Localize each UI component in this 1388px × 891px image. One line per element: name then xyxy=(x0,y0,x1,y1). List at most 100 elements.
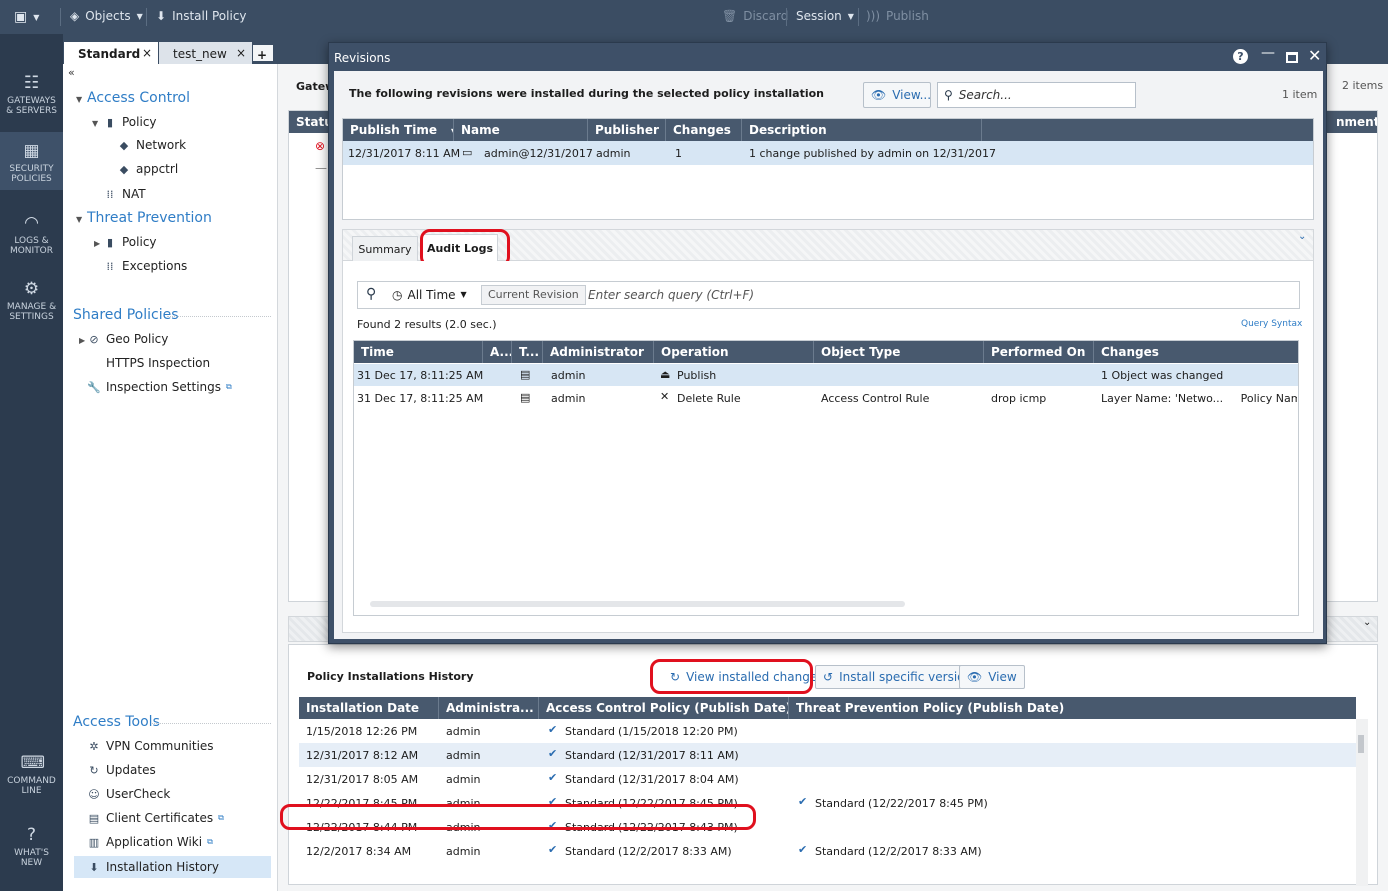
history-rows: 1/15/2018 12:26 PM admin ✔ Standard (1/15/20… xyxy=(299,719,1356,885)
tree-ac-policy[interactable]: ▮ Policy xyxy=(103,115,157,129)
vpn-icon: ✲ xyxy=(89,739,99,753)
query-input[interactable]: Enter search query (Ctrl+F) xyxy=(588,288,754,302)
external-link-icon: ⧉ xyxy=(226,382,232,391)
audit-table: Time A... T... Administrator Operation O… xyxy=(353,340,1299,616)
left-navigation: ☷ GATEWAYS & SERVERS ▦ SECURITY POLICIES ◠ LO… xyxy=(0,34,63,891)
status-column-header: Statu xyxy=(289,111,329,133)
log-icon: ▤ xyxy=(520,391,531,404)
nav-manage-settings[interactable]: ⚙ MANAGE & SETTINGS xyxy=(0,280,63,322)
wrench-icon: 🔧 xyxy=(87,380,101,394)
history-row[interactable]: 1/15/2018 12:26 PM admin ✔ Standard (1/15/20… xyxy=(299,719,1356,743)
tree-inspection-settings[interactable]: 🔧 Inspection Settings ⧉ xyxy=(87,380,232,394)
nat-icon: ⁞⁞ xyxy=(106,187,114,201)
check-icon: ✔ xyxy=(798,843,808,856)
install-specific-version-button[interactable]: ↺ Install specific version xyxy=(815,665,981,689)
expand-icon[interactable]: ⌄ xyxy=(1363,617,1371,628)
publish-button[interactable]: ))) Publish xyxy=(866,9,929,23)
tree-tp-policy[interactable]: ▮ Policy xyxy=(103,235,157,249)
close-tab-icon[interactable]: × xyxy=(142,46,152,60)
tree-updates[interactable]: ↻ Updates xyxy=(87,763,155,777)
highlight-view-installed-changes xyxy=(650,659,813,694)
eye-icon: 👁 xyxy=(967,670,983,684)
tree-appctrl-layer[interactable]: ◆ appctrl xyxy=(117,162,178,176)
query-syntax-link[interactable]: Query Syntax xyxy=(1241,319,1302,329)
nav-security-policies[interactable]: ▦ SECURITY POLICIES xyxy=(0,132,63,190)
tree-vpn-communities[interactable]: ✲ VPN Communities xyxy=(87,739,213,753)
log-icon: ▤ xyxy=(520,368,531,381)
history-scrollbar[interactable] xyxy=(1356,719,1368,886)
tree-network-layer[interactable]: ◆ Network xyxy=(117,138,186,152)
tree-client-certificates[interactable]: ▤ Client Certificates ⧉ xyxy=(87,811,224,825)
tree-threat-prevention[interactable]: Threat Prevention xyxy=(87,210,212,226)
current-revision-chip[interactable]: Current Revision xyxy=(481,285,586,305)
tree-installation-history[interactable]: ⬇ Installation History xyxy=(74,856,271,878)
check-icon: ✔ xyxy=(548,723,558,736)
results-count: Found 2 results (2.0 sec.) xyxy=(357,318,497,331)
revisions-dialog: Revisions ? — ✕ The following revisions … xyxy=(328,42,1327,644)
objects-menu[interactable]: ◈ Objects ▼ xyxy=(70,9,143,23)
nav-logs-monitor[interactable]: ◠ LOGS & MONITOR xyxy=(0,214,63,256)
audit-row[interactable]: 31 Dec 17, 8:11:25 AM ▤ admin ✕ Delete R… xyxy=(354,387,1298,409)
revision-view-button[interactable]: 👁 View... xyxy=(863,82,931,108)
items-count: 2 items xyxy=(1342,79,1384,92)
layers-icon: ◆ xyxy=(119,162,129,176)
exceptions-icon: ⁞⁞ xyxy=(106,259,114,273)
horizontal-scrollbar[interactable] xyxy=(370,601,905,607)
trash-icon: 🗑 xyxy=(722,9,738,23)
dialog-description: The following revisions were installed d… xyxy=(349,87,825,100)
tab-summary[interactable]: Summary xyxy=(352,236,418,262)
search-icon[interactable]: ⚲ xyxy=(366,286,376,302)
search-icon: ⚲ xyxy=(944,88,953,102)
collapse-panel-icon[interactable]: « xyxy=(68,66,75,79)
tree-nat[interactable]: ⁞⁞ NAT xyxy=(103,187,146,201)
installation-history-panel: Policy Installations History ↻ View insta… xyxy=(280,644,1378,886)
policy-tree-panel: « ▼ Access Control ▼ ▮ Policy ◆ Network ◆ a… xyxy=(63,64,278,891)
close-icon[interactable]: ✕ xyxy=(1308,46,1321,65)
revision-row[interactable]: 12/31/2017 8:11 AM ▭ admin@12/31/2017 ad… xyxy=(343,141,1313,165)
revision-icon: ▭ xyxy=(462,146,473,159)
tree-exceptions[interactable]: ⁞⁞ Exceptions xyxy=(103,259,188,273)
external-link-icon: ⧉ xyxy=(207,837,213,846)
tab-standard[interactable]: Standard × xyxy=(64,42,158,64)
nav-whats-new[interactable]: ? WHAT'S NEW xyxy=(0,826,63,868)
col-publish-time[interactable]: Publish Time▼ xyxy=(343,119,454,141)
history-row[interactable]: 12/31/2017 8:05 AM admin ✔ Standard (12/31/2… xyxy=(299,767,1356,791)
tree-https-inspection[interactable]: HTTPS Inspection xyxy=(87,356,210,370)
time-filter-dropdown[interactable]: ◷ All Time ▼ xyxy=(392,288,467,302)
check-icon: ✔ xyxy=(548,771,558,784)
tab-test-new[interactable]: test_new × xyxy=(159,42,252,64)
gear-icon: ⚙ xyxy=(23,279,40,299)
search-field[interactable]: ⚲ Search... xyxy=(937,82,1136,108)
audit-logs-panel: ⚲ ◷ All Time ▼ Current Revision Enter sear… xyxy=(342,261,1314,633)
audit-row[interactable]: 31 Dec 17, 8:11:25 AM ▤ admin ⏏ Publish … xyxy=(354,364,1298,386)
tree-access-tools[interactable]: Access Tools xyxy=(73,714,160,730)
layers-icon: ◆ xyxy=(119,138,129,152)
session-menu[interactable]: Session ▼ xyxy=(796,9,854,23)
tree-usercheck[interactable]: ☺ UserCheck xyxy=(87,787,170,801)
history-row[interactable]: 12/2/2017 8:34 AM admin ✔ Standard (12/2/201… xyxy=(299,839,1356,863)
close-tab-icon[interactable]: × xyxy=(236,46,246,60)
tree-shared-policies[interactable]: Shared Policies xyxy=(73,307,179,323)
maximize-icon[interactable] xyxy=(1286,52,1298,63)
tree-application-wiki[interactable]: ▥ Application Wiki ⧉ xyxy=(87,835,213,849)
delete-icon: ✕ xyxy=(660,390,670,403)
nav-gateways-servers[interactable]: ☷ GATEWAYS & SERVERS xyxy=(0,74,63,116)
tree-access-control[interactable]: Access Control xyxy=(87,90,190,106)
install-policy-button[interactable]: ⬇ Install Policy xyxy=(156,9,247,23)
minimize-icon[interactable]: — xyxy=(1261,45,1275,61)
help-icon[interactable]: ? xyxy=(1233,49,1248,64)
tree-geo-policy[interactable]: ⊘ Geo Policy xyxy=(87,332,168,346)
audit-search-bar[interactable]: ⚲ ◷ All Time ▼ Current Revision Enter sear… xyxy=(357,281,1300,309)
cube-icon: ◈ xyxy=(70,9,80,23)
gauge-icon: ◠ xyxy=(24,213,39,233)
app-menu-button[interactable]: ▣ ▼ xyxy=(14,9,39,25)
history-row[interactable]: 12/31/2017 8:12 AM admin ✔ Standard (12/31/2… xyxy=(299,743,1356,767)
discard-button[interactable]: 🗑 Discard xyxy=(722,9,788,23)
collapse-icon[interactable]: ⌄ xyxy=(1298,231,1306,242)
certificate-icon: ▤ xyxy=(88,811,100,825)
app-menu-icon: ▣ xyxy=(14,9,28,25)
view-button[interactable]: 👁 View xyxy=(959,665,1025,689)
add-tab-button[interactable]: + xyxy=(253,45,273,62)
nav-command-line[interactable]: ⌨ COMMAND LINE xyxy=(0,754,63,796)
install-icon: ⬇ xyxy=(156,9,167,23)
